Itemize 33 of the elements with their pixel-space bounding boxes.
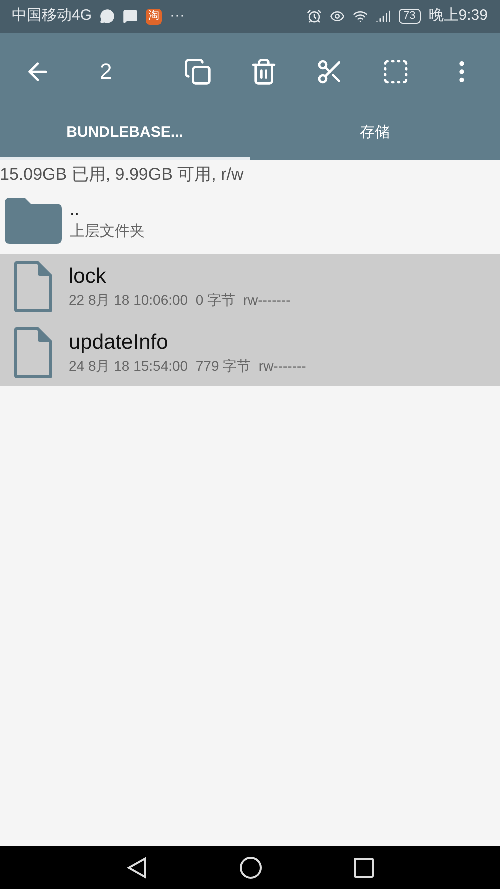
file-icon bbox=[14, 327, 53, 379]
storage-info: 15.09GB 已用, 9.99GB 可用, r/w bbox=[0, 164, 245, 186]
app-badge: 淘 bbox=[146, 8, 162, 24]
folder-subtitle: 上层文件夹 bbox=[70, 222, 145, 242]
tab[interactable]: 存储 bbox=[250, 110, 500, 160]
parent-folder-row[interactable]: .. 上层文件夹 bbox=[0, 190, 500, 252]
file-details: 24 8月 18 15:54:00 779 字节 rw------- bbox=[69, 356, 306, 376]
select-all-icon[interactable] bbox=[382, 58, 410, 86]
clock: 晚上9:39 bbox=[428, 6, 488, 26]
selection-count: 2 bbox=[100, 58, 112, 86]
tab[interactable]: BUNDLEBASE... bbox=[0, 110, 250, 160]
home-nav-icon[interactable] bbox=[238, 856, 263, 880]
file-row[interactable]: lock 22 8月 18 10:06:00 0 字节 rw------- bbox=[0, 254, 500, 320]
wifi-icon bbox=[352, 9, 368, 24]
folder-name: .. bbox=[70, 198, 80, 221]
carrier-name: 中国移动4G bbox=[12, 6, 92, 26]
battery-indicator: 73 bbox=[398, 9, 421, 24]
alarm-icon bbox=[306, 9, 322, 24]
message-icon bbox=[123, 9, 138, 24]
file-name: updateInfo bbox=[69, 330, 170, 356]
chat-icon bbox=[100, 9, 116, 24]
eye-icon bbox=[330, 9, 345, 24]
file-name: lock bbox=[69, 264, 108, 290]
delete-icon[interactable] bbox=[250, 58, 278, 86]
file-row[interactable]: updateInfo 24 8月 18 15:54:00 779 字节 rw------- bbox=[0, 320, 500, 386]
file-details: 22 8月 18 10:06:00 0 字节 rw------- bbox=[69, 290, 291, 310]
file-icon bbox=[14, 261, 53, 313]
back-nav-icon[interactable] bbox=[126, 856, 148, 878]
folder-icon bbox=[5, 198, 62, 244]
recents-nav-icon[interactable] bbox=[354, 858, 374, 878]
copy-icon[interactable] bbox=[184, 58, 212, 86]
more-notifications: ··· bbox=[170, 6, 186, 26]
signal-icon bbox=[376, 9, 391, 24]
